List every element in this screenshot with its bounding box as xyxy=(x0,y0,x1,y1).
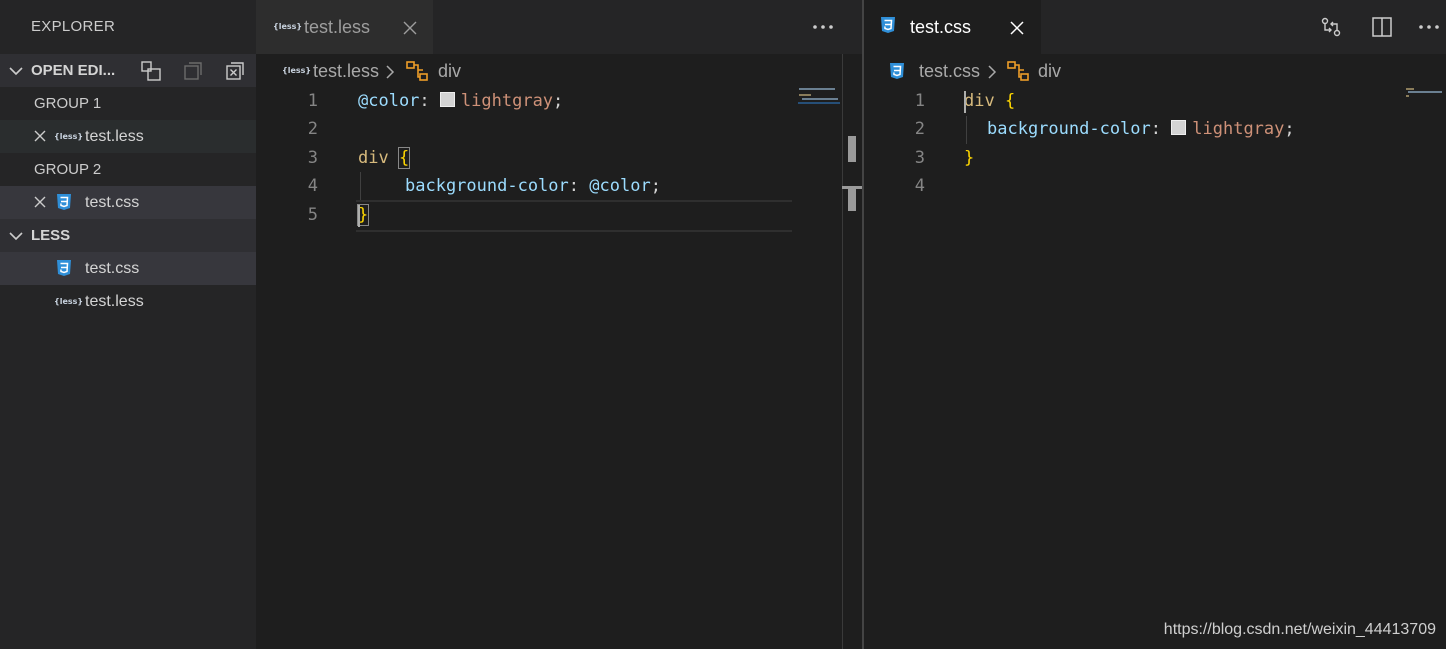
line-number: 2 xyxy=(307,119,318,139)
less-file-icon: {less} xyxy=(282,66,312,75)
less-file-icon: {less} xyxy=(273,22,303,31)
scrollbar-thumb[interactable] xyxy=(848,136,856,162)
editor-group-1-header: GROUP 1 xyxy=(0,87,256,120)
breadcrumb-symbol[interactable]: div xyxy=(438,61,461,82)
minimap[interactable] xyxy=(1404,86,1444,100)
css3-file-icon xyxy=(881,17,895,33)
tab-label: test.less xyxy=(304,17,371,37)
line-number: 3 xyxy=(914,148,925,168)
right-tab-bar: test.css xyxy=(864,0,1446,54)
indent-guide xyxy=(360,172,361,200)
watermark-url: https://blog.csdn.net/weixin_44413709 xyxy=(1163,621,1436,638)
symbol-structure-icon xyxy=(1007,61,1029,81)
indent-guide xyxy=(966,116,967,144)
breadcrumb-file[interactable]: test.less xyxy=(313,61,379,82)
chevron-right-icon xyxy=(988,65,997,79)
current-line-highlight xyxy=(356,200,792,232)
new-untitled-file-icon[interactable] xyxy=(140,60,162,82)
explorer-title: EXPLORER xyxy=(31,18,116,35)
less-file-icon: {less} xyxy=(54,297,84,306)
line-number: 3 xyxy=(307,148,318,168)
close-icon[interactable] xyxy=(34,130,46,142)
file-name: test.css xyxy=(85,194,140,211)
folder-label: LESS xyxy=(31,227,71,244)
folder-item-test-css[interactable]: test.css xyxy=(0,252,256,285)
group-label: GROUP 2 xyxy=(34,161,102,178)
line-number: 1 xyxy=(307,91,318,111)
line-number: 5 xyxy=(307,205,318,225)
scrollbar-track xyxy=(842,54,843,649)
close-icon[interactable] xyxy=(403,21,417,35)
folder-item-test-less[interactable]: {less} test.less xyxy=(0,285,256,318)
less-file-icon: {less} xyxy=(54,132,84,141)
code-line-3[interactable]: } xyxy=(964,148,974,168)
file-name: test.css xyxy=(85,260,140,277)
compare-changes-icon[interactable] xyxy=(1320,16,1342,38)
css3-file-icon xyxy=(890,63,904,79)
chevron-down-icon xyxy=(9,232,23,241)
right-editor-group: test.css test.css div 1 2 3 4 div {back… xyxy=(864,0,1446,649)
left-tab-bar: {less} test.less xyxy=(256,0,862,54)
symbol-structure-icon xyxy=(406,61,428,81)
tab-test-less[interactable]: {less} test.less xyxy=(256,0,433,54)
editor-group-2-header: GROUP 2 xyxy=(0,153,256,186)
close-icon[interactable] xyxy=(1010,21,1024,35)
left-editor-group: {less} test.less {less} test.less div 1 … xyxy=(256,0,862,649)
code-line-1[interactable]: @color: lightgray; xyxy=(358,91,563,111)
close-icon[interactable] xyxy=(34,196,46,208)
open-editor-item-test-less[interactable]: {less} test.less xyxy=(0,120,256,153)
open-editor-item-test-css[interactable]: test.css xyxy=(0,186,256,219)
code-line-3[interactable]: div { xyxy=(358,147,411,169)
code-line-4[interactable]: background-color: @color; xyxy=(405,176,661,196)
split-editor-icon[interactable] xyxy=(1371,16,1393,38)
breadcrumb-symbol[interactable]: div xyxy=(1038,61,1061,82)
more-icon[interactable] xyxy=(812,19,834,35)
code-line-2[interactable]: background-color: lightgray; xyxy=(987,119,1295,139)
overview-ruler-cursor xyxy=(848,189,856,211)
minimap[interactable] xyxy=(798,86,842,108)
tab-test-css[interactable]: test.css xyxy=(864,0,1041,54)
folder-section-header[interactable]: LESS xyxy=(0,219,256,252)
line-number: 4 xyxy=(914,176,925,196)
open-editors-section-header[interactable]: OPEN EDI... xyxy=(0,54,256,87)
code-line-1[interactable]: div { xyxy=(964,91,1015,111)
line-number: 1 xyxy=(914,91,925,111)
chevron-right-icon xyxy=(386,65,395,79)
css3-file-icon xyxy=(57,194,71,210)
file-name: test.less xyxy=(85,293,144,310)
line-number: 4 xyxy=(307,176,318,196)
css3-file-icon xyxy=(57,260,71,276)
close-all-editors-icon[interactable] xyxy=(224,60,246,82)
tab-label: test.css xyxy=(910,17,972,37)
text-cursor xyxy=(964,91,966,113)
save-all-icon[interactable] xyxy=(182,60,204,82)
line-number: 2 xyxy=(914,119,925,139)
color-swatch[interactable] xyxy=(1171,120,1187,135)
file-name: test.less xyxy=(85,128,144,145)
more-icon[interactable] xyxy=(1418,19,1440,35)
chevron-down-icon xyxy=(9,67,23,76)
open-editors-label: OPEN EDI... xyxy=(31,62,116,79)
color-swatch[interactable] xyxy=(439,92,455,107)
explorer-sidebar: EXPLORER OPEN EDI... GROUP 1 {less} test… xyxy=(0,0,256,649)
text-cursor xyxy=(358,205,360,227)
breadcrumb-file[interactable]: test.css xyxy=(919,61,980,82)
group-label: GROUP 1 xyxy=(34,95,102,112)
